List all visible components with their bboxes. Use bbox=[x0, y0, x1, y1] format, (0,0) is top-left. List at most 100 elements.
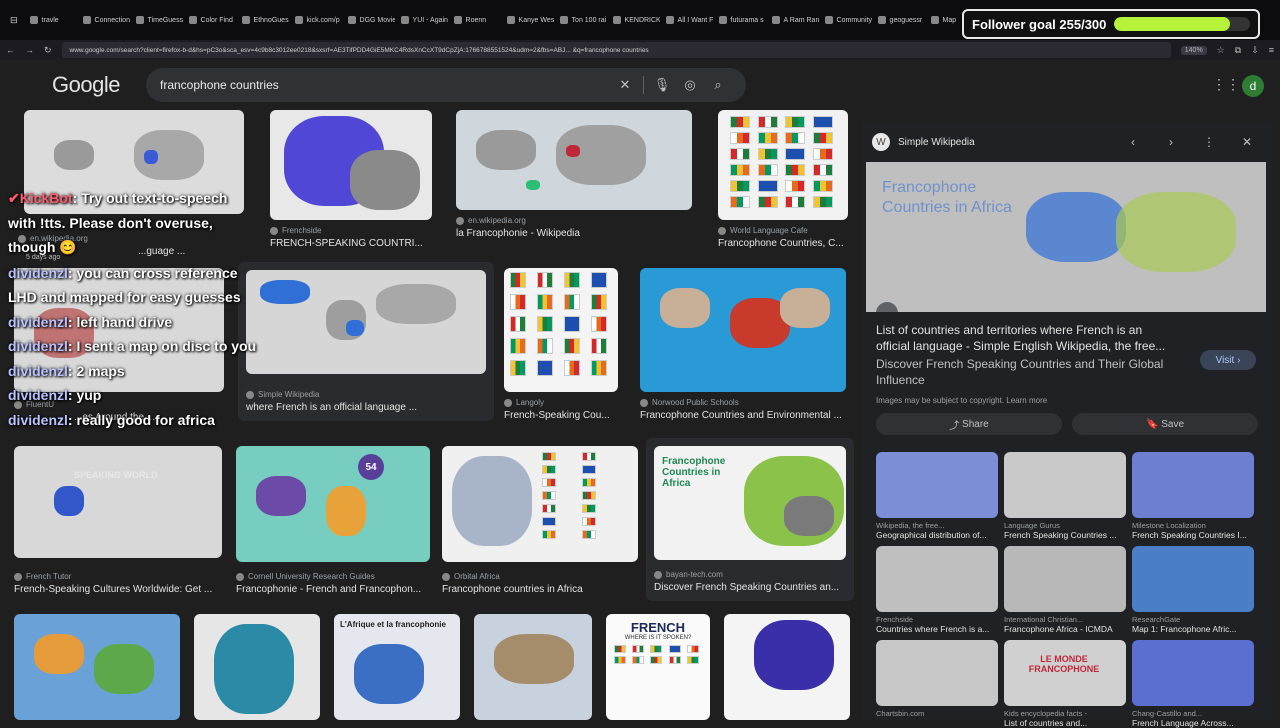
save-button[interactable]: 🔖 Save bbox=[1072, 413, 1258, 435]
close-icon[interactable]: ✕ bbox=[1232, 135, 1262, 149]
result-title[interactable]: Francophone Countries and Environmental … bbox=[640, 410, 846, 421]
download-icon[interactable]: ⇩ bbox=[1251, 45, 1259, 56]
browser-tab[interactable]: TimeGuessr bbox=[130, 9, 183, 31]
related-image-card[interactable]: Chang-Castillo and... French Language Acr… bbox=[1132, 640, 1254, 728]
related-thumbnail[interactable] bbox=[876, 640, 998, 706]
browser-tab[interactable]: KENDRICK bbox=[607, 9, 660, 31]
result-thumbnail[interactable] bbox=[718, 110, 848, 220]
related-thumbnail[interactable] bbox=[1132, 546, 1254, 612]
avatar[interactable]: d bbox=[1242, 75, 1264, 97]
result-title[interactable]: French-Speaking Cultures Worldwide: Get … bbox=[14, 584, 222, 595]
related-image-card[interactable]: Milestone Localization French Speaking Co… bbox=[1132, 452, 1254, 540]
related-title[interactable]: French Speaking Countries ... bbox=[1004, 530, 1126, 540]
search-icon[interactable]: ⌕ bbox=[704, 77, 732, 93]
microphone-icon[interactable]: 🎙 bbox=[648, 77, 676, 93]
result-thumbnail[interactable] bbox=[14, 614, 180, 720]
related-thumbnail[interactable] bbox=[1004, 452, 1126, 518]
browser-tab[interactable]: Color Find bbox=[183, 9, 236, 31]
browser-tab[interactable]: travle bbox=[24, 9, 77, 31]
result-title[interactable]: Francophone countries in Africa bbox=[442, 584, 638, 595]
result-card[interactable]: 54 Cornell University Research Guides Fr… bbox=[236, 446, 430, 595]
result-card[interactable] bbox=[724, 614, 850, 720]
back-icon[interactable]: ← bbox=[6, 45, 15, 55]
browser-tab[interactable]: kick.com/p bbox=[289, 9, 342, 31]
result-thumbnail[interactable] bbox=[194, 614, 320, 720]
url-bar[interactable]: www.google.com/search?client=firefox-b-d… bbox=[61, 42, 1171, 58]
result-card[interactable]: Orbital Africa Francophone countries in … bbox=[442, 446, 638, 595]
tab-list-icon[interactable]: ⊟ bbox=[4, 9, 24, 31]
panel-title[interactable]: List of countries and territories where … bbox=[862, 312, 1192, 354]
related-thumbnail[interactable] bbox=[876, 452, 998, 518]
browser-tab[interactable]: YUI - Again bbox=[395, 9, 448, 31]
result-thumbnail[interactable]: L'Afrique et la francophonie bbox=[334, 614, 460, 720]
related-title[interactable]: French Speaking Countries I... bbox=[1132, 530, 1254, 540]
browser-tab[interactable]: Community bbox=[819, 9, 872, 31]
related-thumbnail[interactable] bbox=[1132, 452, 1254, 518]
panel-preview-image[interactable]: Francophone Countries in Africa bbox=[866, 162, 1266, 312]
result-card[interactable]: Norwood Public Schools Francophone Count… bbox=[640, 268, 846, 421]
result-card[interactable]: Frenchside FRENCH-SPEAKING COUNTRI... bbox=[270, 110, 432, 249]
browser-tab[interactable]: geoguessr bbox=[872, 9, 925, 31]
browser-tab[interactable]: A Ram Ranch C bbox=[766, 9, 819, 31]
search-input[interactable]: francophone countries bbox=[160, 78, 611, 92]
result-card[interactable] bbox=[194, 614, 320, 720]
prev-icon[interactable]: ‹ bbox=[1118, 135, 1148, 149]
bookmark-star-icon[interactable]: ☆ bbox=[1217, 45, 1225, 56]
result-card[interactable]: Francophone Countries in Africa bayan-te… bbox=[646, 438, 854, 601]
share-button[interactable]: ⤴ Share bbox=[876, 413, 1062, 435]
result-card-selected[interactable]: Simple Wikipedia where French is an offi… bbox=[238, 262, 494, 421]
result-title[interactable]: FRENCH-SPEAKING COUNTRI... bbox=[270, 238, 432, 249]
result-card[interactable] bbox=[14, 614, 180, 720]
forward-icon[interactable]: → bbox=[25, 45, 34, 55]
browser-tab[interactable]: DGG Movie bbox=[342, 9, 395, 31]
related-image-card[interactable]: Frenchside Countries where French is a... bbox=[876, 546, 998, 634]
browser-tab[interactable]: All I Want F bbox=[660, 9, 713, 31]
result-thumbnail[interactable]: SPEAKING WORLD bbox=[14, 446, 222, 558]
result-title[interactable]: la Francophonie - Wikipedia bbox=[456, 228, 692, 239]
result-card[interactable]: SPEAKING WORLD French Tutor French-Speak… bbox=[14, 446, 222, 595]
result-title[interactable]: where French is an official language ... bbox=[246, 402, 486, 413]
browser-tab[interactable]: Ton 100 rai bbox=[554, 9, 607, 31]
result-title[interactable]: French-Speaking Cou... bbox=[504, 410, 618, 421]
extensions-icon[interactable]: ⧉ bbox=[1235, 45, 1241, 56]
related-title[interactable]: Countries where French is a... bbox=[876, 624, 998, 634]
result-thumbnail[interactable]: Francophone Countries in Africa bbox=[654, 446, 846, 560]
browser-tab[interactable]: Roenn bbox=[448, 9, 501, 31]
result-card[interactable]: World Language Cafe Francophone Countrie… bbox=[718, 110, 848, 249]
lens-search-icon[interactable] bbox=[876, 302, 898, 312]
result-title[interactable]: Discover French Speaking Countries an... bbox=[654, 582, 846, 593]
result-title[interactable]: Francophonie - French and Francophon... bbox=[236, 584, 430, 595]
related-thumbnail[interactable] bbox=[876, 546, 998, 612]
related-image-card[interactable]: LE MONDE FRANCOPHONE Kids encyclopedia fa… bbox=[1004, 640, 1126, 728]
result-thumbnail[interactable] bbox=[246, 270, 486, 374]
related-title[interactable]: Francophone Africa - ICMDA bbox=[1004, 624, 1126, 634]
browser-tab[interactable]: futurama s bbox=[713, 9, 766, 31]
panel-title-2[interactable]: Discover French Speaking Countries and T… bbox=[862, 354, 1192, 388]
result-thumbnail[interactable] bbox=[442, 446, 638, 562]
related-image-card[interactable]: Wikipedia, the free... Geographical distr… bbox=[876, 452, 998, 540]
result-card[interactable]: Langoly French-Speaking Cou... bbox=[504, 268, 618, 421]
browser-tab[interactable]: EthnoGuess bbox=[236, 9, 289, 31]
result-thumbnail[interactable] bbox=[640, 268, 846, 392]
lens-icon[interactable]: ◎ bbox=[676, 77, 704, 93]
result-card[interactable]: en.wikipedia.org la Francophonie - Wikip… bbox=[456, 110, 692, 239]
menu-icon[interactable]: ≡ bbox=[1269, 45, 1274, 55]
related-image-card[interactable]: Language Gurus French Speaking Countries … bbox=[1004, 452, 1126, 540]
related-thumbnail[interactable]: LE MONDE FRANCOPHONE bbox=[1004, 640, 1126, 706]
result-thumbnail[interactable] bbox=[724, 614, 850, 720]
result-thumbnail[interactable] bbox=[456, 110, 692, 210]
result-card[interactable]: FRENCH WHERE IS IT SPOKEN? bbox=[606, 614, 710, 720]
result-title[interactable]: Francophone Countries, C... bbox=[718, 238, 848, 249]
result-thumbnail[interactable] bbox=[270, 110, 432, 220]
related-thumbnail[interactable] bbox=[1132, 640, 1254, 706]
clear-icon[interactable]: ✕ bbox=[611, 77, 639, 93]
visit-button[interactable]: Visit › bbox=[1200, 350, 1256, 370]
related-image-card[interactable]: International Christian... Francophone Af… bbox=[1004, 546, 1126, 634]
reload-icon[interactable]: ↻ bbox=[44, 45, 52, 56]
related-title[interactable]: Map 1: Francophone Afric... bbox=[1132, 624, 1254, 634]
related-image-card[interactable]: ResearchGate Map 1: Francophone Afric... bbox=[1132, 546, 1254, 634]
google-logo[interactable]: Google bbox=[52, 72, 120, 98]
more-options-icon[interactable]: ⋮ bbox=[1194, 135, 1224, 149]
result-thumbnail[interactable] bbox=[474, 614, 592, 720]
result-thumbnail[interactable]: FRENCH WHERE IS IT SPOKEN? bbox=[606, 614, 710, 720]
